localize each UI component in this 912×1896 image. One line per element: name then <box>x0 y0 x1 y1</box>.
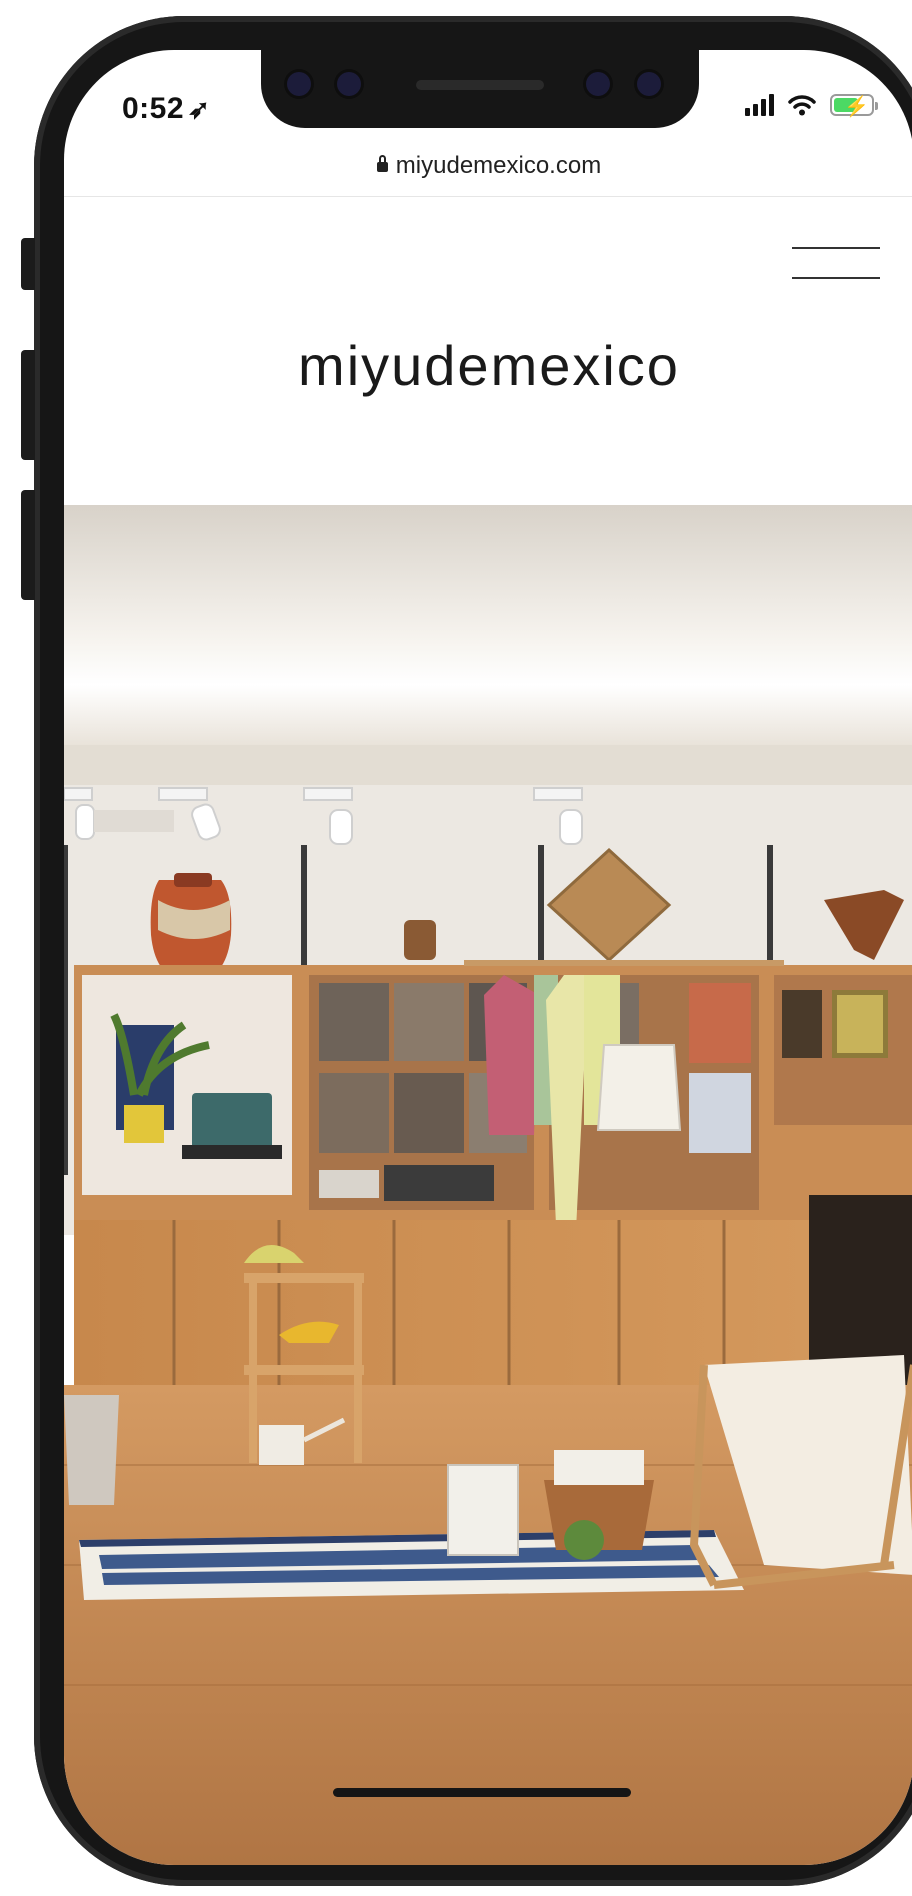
wifi-icon <box>788 94 816 116</box>
earpiece-speaker <box>416 80 544 90</box>
url-text: miyudemexico.com <box>395 152 602 179</box>
screen: 0:52 ➶ ⚡ miyudemexico.com miyudemexico <box>64 50 912 1865</box>
charging-bolt-icon: ⚡ <box>844 96 869 118</box>
address-bar[interactable]: miyudemexico.com <box>64 152 912 180</box>
mute-switch <box>21 238 35 290</box>
sensor-dot-left-inner <box>337 72 361 96</box>
battery-charging-icon: ⚡ <box>830 94 878 118</box>
clock-label: 0:52 <box>122 92 185 125</box>
site-logo[interactable]: miyudemexico <box>64 333 912 398</box>
volume-up-button <box>21 350 35 460</box>
hero-image <box>64 505 912 1865</box>
phone-notch <box>261 50 699 128</box>
home-indicator[interactable] <box>333 1788 631 1797</box>
volume-down-button <box>21 490 35 600</box>
sensor-dot-right-outer <box>637 72 661 96</box>
hamburger-menu-icon[interactable] <box>792 247 880 281</box>
sensor-dot-left-outer <box>287 72 311 96</box>
sensor-dot-right-inner <box>586 72 610 96</box>
status-time: 0:52 ➶ <box>122 92 210 126</box>
location-arrow-icon: ➶ <box>188 94 211 124</box>
status-indicators: ⚡ <box>745 94 878 118</box>
toolbar-divider <box>64 196 912 197</box>
cellular-signal-icon <box>745 94 774 116</box>
lock-icon <box>376 155 388 172</box>
